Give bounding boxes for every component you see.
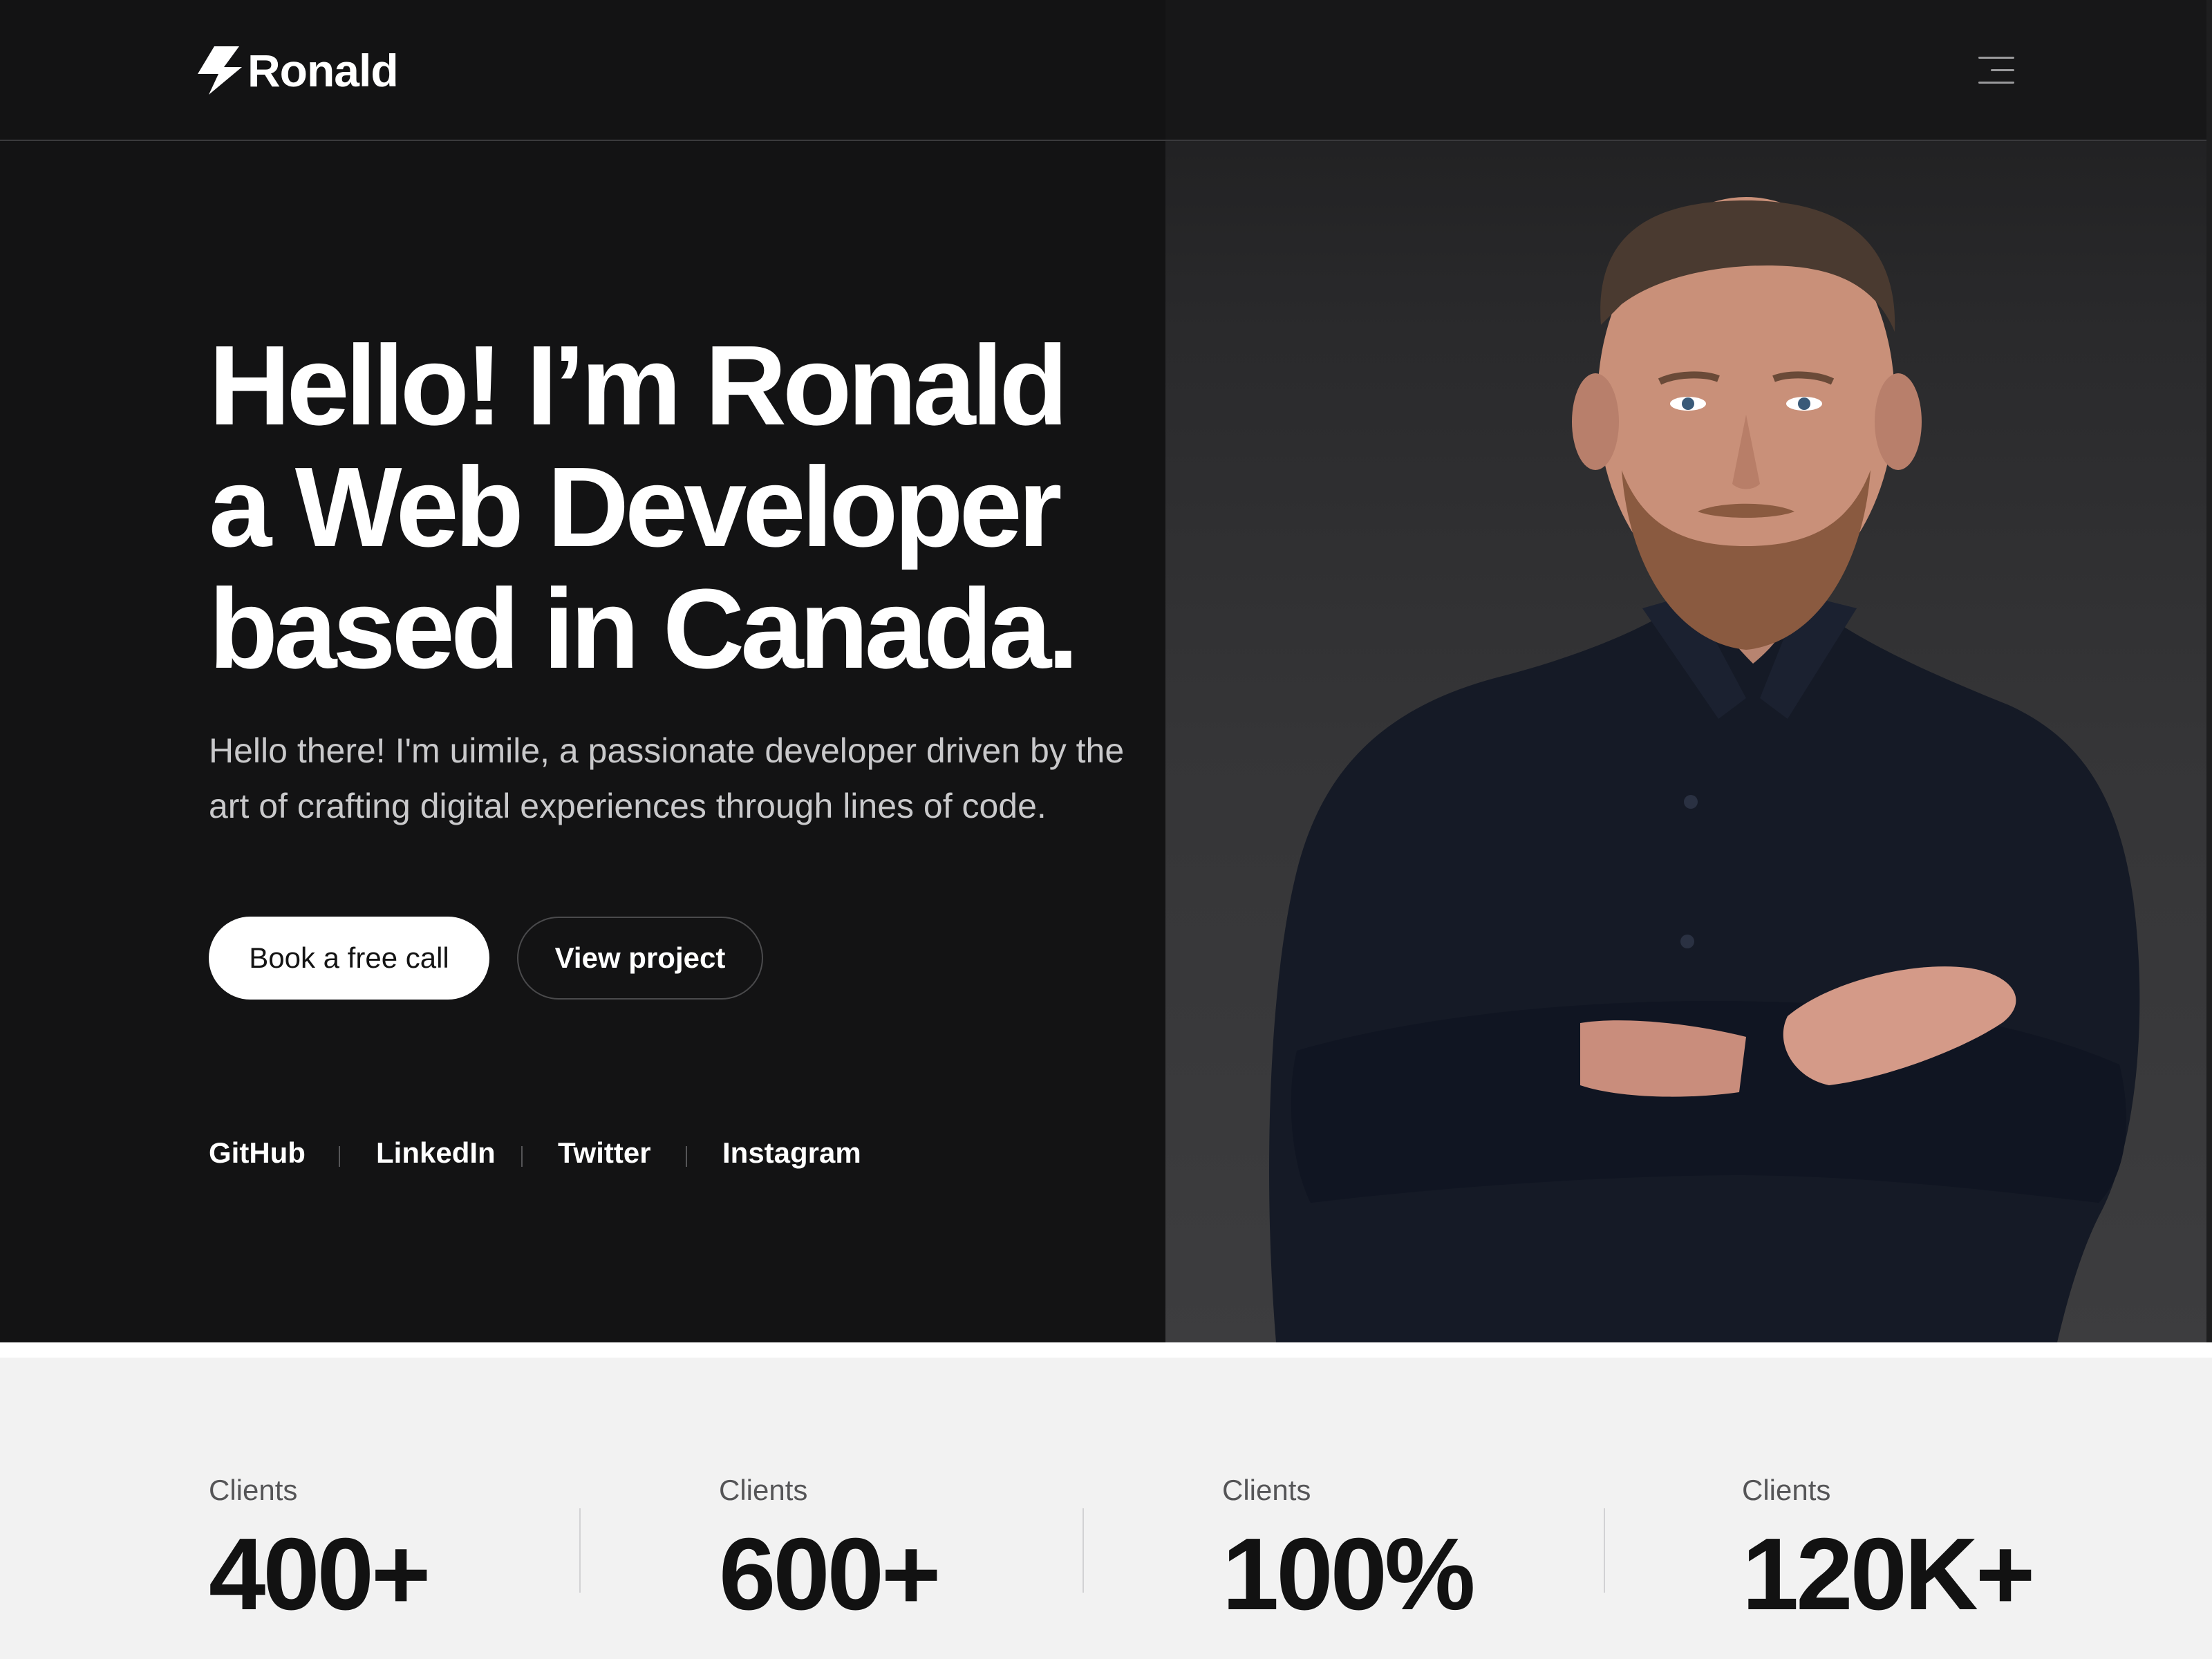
view-project-button[interactable]: View project bbox=[517, 917, 763, 1000]
stat-value: 400+ bbox=[209, 1517, 431, 1631]
section-divider bbox=[0, 1342, 2212, 1358]
right-edge-strip bbox=[2206, 0, 2212, 1342]
stat-separator bbox=[579, 1508, 581, 1593]
stat-label: Clients bbox=[209, 1474, 298, 1506]
stat-value: 120K+ bbox=[1742, 1517, 2035, 1631]
stat-label: Clients bbox=[1222, 1474, 1311, 1506]
stat-label: Clients bbox=[719, 1474, 808, 1506]
social-separator bbox=[339, 1146, 340, 1167]
brand-name: Ronald bbox=[247, 45, 399, 96]
stat-value: 600+ bbox=[719, 1517, 941, 1631]
headline-line-3: based in Canada. bbox=[209, 565, 1079, 692]
brand-logo[interactable]: Ronald bbox=[194, 44, 399, 97]
lightning-bolt-icon bbox=[198, 46, 242, 95]
hero-intro: Hello there! I'm uimile, a passionate de… bbox=[209, 731, 1125, 825]
header-divider bbox=[0, 140, 2212, 141]
portrait-image bbox=[1269, 197, 2140, 1342]
hero-section: Ronald Hello! I’m Ronald a Web Developer… bbox=[0, 0, 2212, 1342]
hero-portrait-panel bbox=[1165, 0, 2212, 1342]
social-link-instagram[interactable]: Instagram bbox=[722, 1131, 861, 1175]
hero-headline: Hello! I’m Ronald a Web Developer based … bbox=[209, 325, 1163, 690]
hamburger-menu-icon[interactable] bbox=[1978, 55, 2014, 86]
stat-label: Clients bbox=[1742, 1474, 1831, 1506]
social-separator bbox=[521, 1146, 523, 1167]
social-separator bbox=[686, 1146, 687, 1167]
social-link-twitter[interactable]: Twitter bbox=[558, 1131, 651, 1175]
headline-line-2: a Web Developer bbox=[209, 444, 1062, 570]
stat-value: 100% bbox=[1222, 1517, 1476, 1631]
stat-separator bbox=[1082, 1508, 1084, 1593]
book-call-button[interactable]: Book a free call bbox=[209, 917, 489, 1000]
stat-separator bbox=[1604, 1508, 1605, 1593]
page: Ronald Hello! I’m Ronald a Web Developer… bbox=[0, 0, 2212, 1659]
social-link-github[interactable]: GitHub bbox=[209, 1131, 306, 1175]
stats-section: Clients 400+ Clients 600+ Clients 100% C… bbox=[0, 1358, 2212, 1659]
headline-line-1: Hello! I’m Ronald bbox=[209, 322, 1068, 449]
social-link-linkedin[interactable]: LinkedIn bbox=[376, 1131, 496, 1175]
